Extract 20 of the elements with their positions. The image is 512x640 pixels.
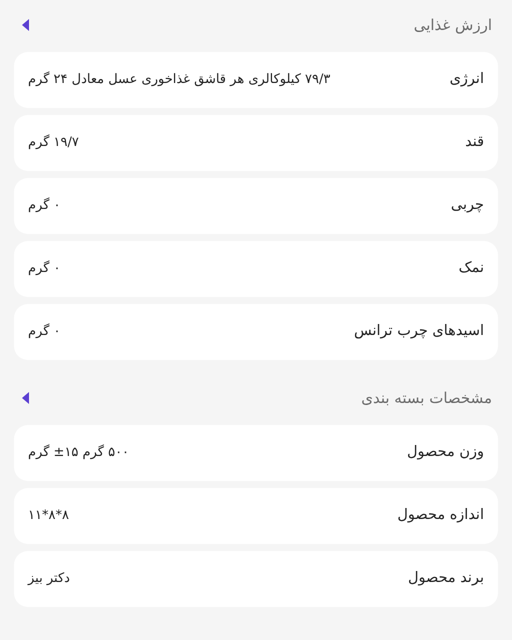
spec-value: دکتر بیز xyxy=(28,570,70,588)
spec-label: اسیدهای چرب ترانس xyxy=(354,322,484,342)
caret-icon[interactable] xyxy=(22,19,29,31)
section-title: مشخصات بسته بندی xyxy=(361,388,492,409)
spec-label: نمک xyxy=(458,259,484,278)
spec-value: ۱۹/۷ گرم xyxy=(28,134,79,152)
spec-label: اندازه محصول xyxy=(397,506,484,526)
spec-value: ۰ گرم xyxy=(28,322,61,342)
spec-value: ۵۰۰ گرم ۱۵± گرم xyxy=(28,444,130,462)
caret-icon[interactable] xyxy=(22,392,29,404)
spec-label: وزن محصول xyxy=(407,443,484,462)
spec-value: ۸*۸*۱۱ xyxy=(28,507,69,526)
spec-label: انرژی xyxy=(450,70,484,90)
spec-value: ۰ گرم xyxy=(28,260,61,278)
spec-label: برند محصول xyxy=(408,569,484,588)
section-title: ارزش غذایی xyxy=(414,14,492,36)
spec-value: ۰ گرم xyxy=(28,196,61,216)
spec-value: ۷۹/۳ کیلوکالری هر قاشق غذاخوری عسل معادل ۲۴ گرم xyxy=(28,70,330,90)
spec-label: چربی xyxy=(450,196,484,216)
spec-label: قند xyxy=(465,133,484,152)
